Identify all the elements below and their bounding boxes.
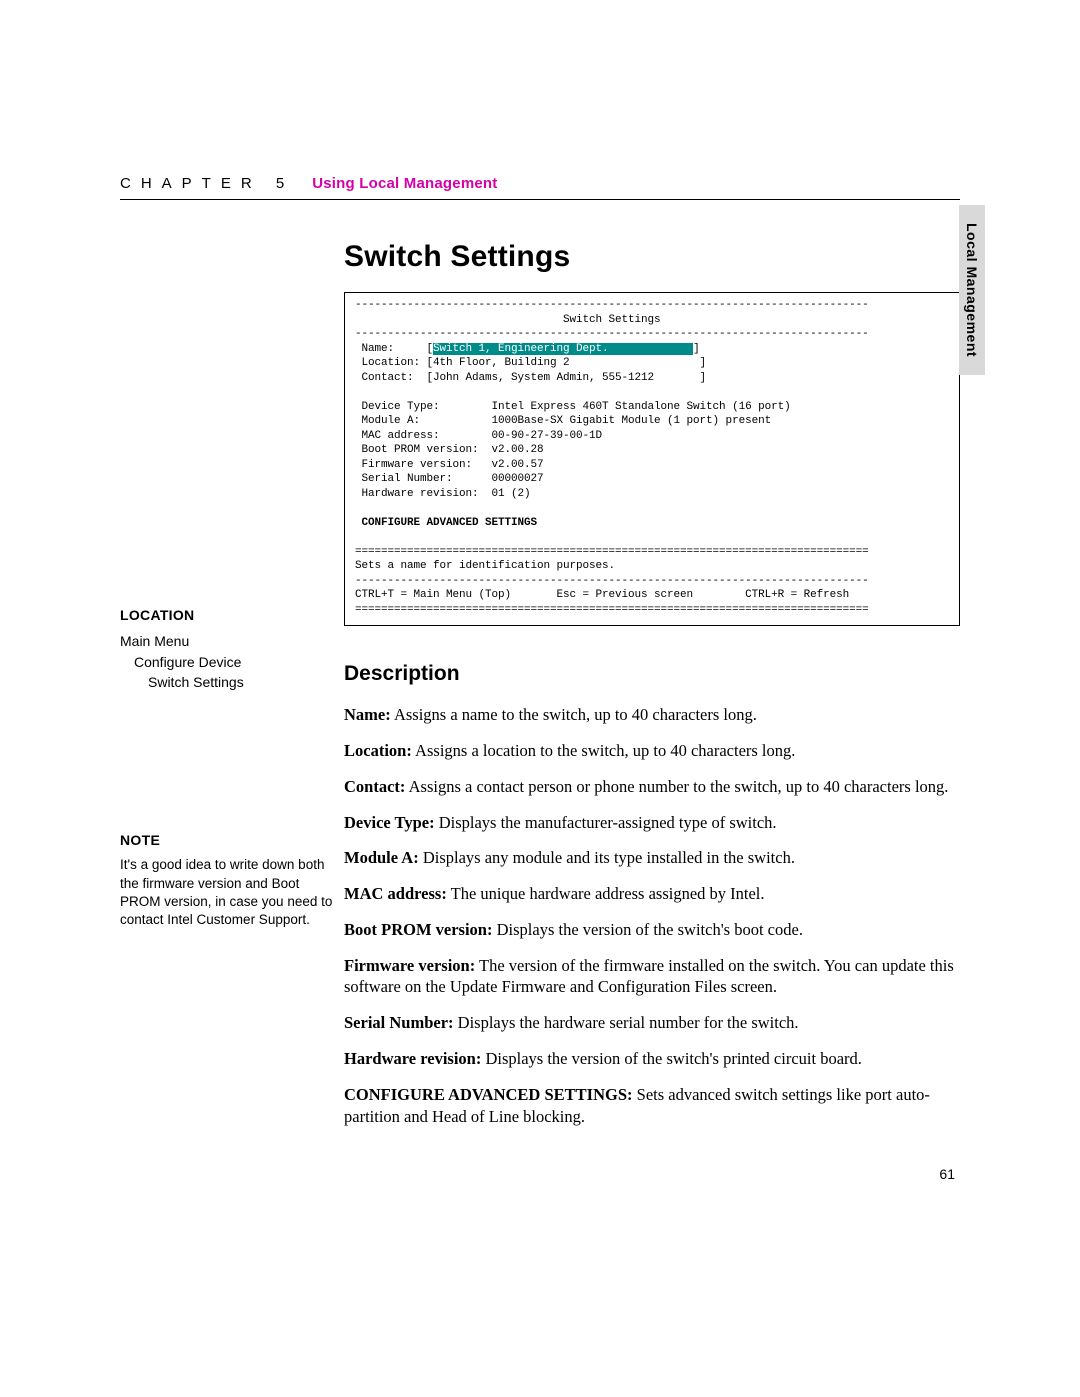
t-help: Sets a name for identification purposes. [355, 560, 615, 572]
note-text: It's a good idea to write down both the … [120, 856, 338, 929]
t-name-close: ] [693, 343, 700, 355]
t-serial: Serial Number: 00000027 [355, 473, 544, 485]
page-number: 61 [939, 1166, 955, 1182]
terminal-screenshot: ----------------------------------------… [344, 292, 960, 626]
t-conf-adv: CONFIGURE ADVANCED SETTINGS [355, 517, 537, 529]
note-heading: NOTE [120, 830, 338, 850]
t-hw: Hardware revision: 01 (2) [355, 488, 531, 500]
t-device-type: Device Type: Intel Express 460T Standalo… [355, 401, 791, 413]
t-dash: ----------------------------------------… [355, 299, 869, 311]
desc-item: Hardware revision: Displays the version … [344, 1048, 960, 1070]
note-block: NOTE It's a good idea to write down both… [120, 830, 338, 929]
desc-item: Firmware version: The version of the fir… [344, 955, 960, 999]
sidebar: LOCATION Main Menu Configure Device Swit… [120, 240, 338, 1141]
chapter-title: Using Local Management [312, 175, 497, 192]
desc-item: Contact: Assigns a contact person or pho… [344, 776, 960, 798]
t-name-label: Name: [ [355, 343, 433, 355]
t-fw: Firmware version: v2.00.57 [355, 459, 544, 471]
desc-item: Module A: Displays any module and its ty… [344, 847, 960, 869]
desc-item: Boot PROM version: Displays the version … [344, 919, 960, 941]
description-list: Name: Assigns a name to the switch, up t… [344, 704, 960, 1127]
page: CHAPTER 5 Using Local Management Local M… [0, 0, 1080, 1397]
desc-item: CONFIGURE ADVANCED SETTINGS: Sets advanc… [344, 1084, 960, 1128]
t-mac: MAC address: 00-90-27-39-00-1D [355, 430, 602, 442]
t-contact: Contact: [John Adams, System Admin, 555-… [355, 372, 706, 384]
desc-item: Location: Assigns a location to the swit… [344, 740, 960, 762]
description-heading: Description [344, 662, 960, 686]
t-footer: CTRL+T = Main Menu (Top) Esc = Previous … [355, 589, 849, 601]
desc-item: Device Type: Displays the manufacturer-a… [344, 812, 960, 834]
t-boot: Boot PROM version: v2.00.28 [355, 444, 544, 456]
t-eq1: ========================================… [355, 546, 869, 558]
breadcrumb-level-2: Configure Device [120, 652, 338, 672]
t-location: Location: [4th Floor, Building 2 ] [355, 357, 706, 369]
t-dash3: ----------------------------------------… [355, 575, 869, 587]
page-title: Switch Settings [344, 240, 960, 274]
breadcrumb-level-3: Switch Settings [120, 672, 338, 692]
t-eq2: ========================================… [355, 604, 869, 616]
desc-item: Serial Number: Displays the hardware ser… [344, 1012, 960, 1034]
side-tab-label: Local Management [964, 223, 980, 357]
chapter-label: CHAPTER 5 [120, 175, 294, 192]
t-name-value: Switch 1, Engineering Dept. [433, 343, 693, 355]
t-module-a: Module A: 1000Base-SX Gigabit Module (1 … [355, 415, 771, 427]
desc-item: MAC address: The unique hardware address… [344, 883, 960, 905]
t-title: Switch Settings [355, 314, 661, 326]
side-tab: Local Management [959, 205, 985, 375]
t-dash2: ----------------------------------------… [355, 328, 869, 340]
page-header: CHAPTER 5 Using Local Management [120, 175, 960, 200]
main-column: Switch Settings ------------------------… [338, 240, 960, 1141]
breadcrumb-level-1: Main Menu [120, 631, 338, 651]
desc-item: Name: Assigns a name to the switch, up t… [344, 704, 960, 726]
location-heading: LOCATION [120, 605, 338, 625]
